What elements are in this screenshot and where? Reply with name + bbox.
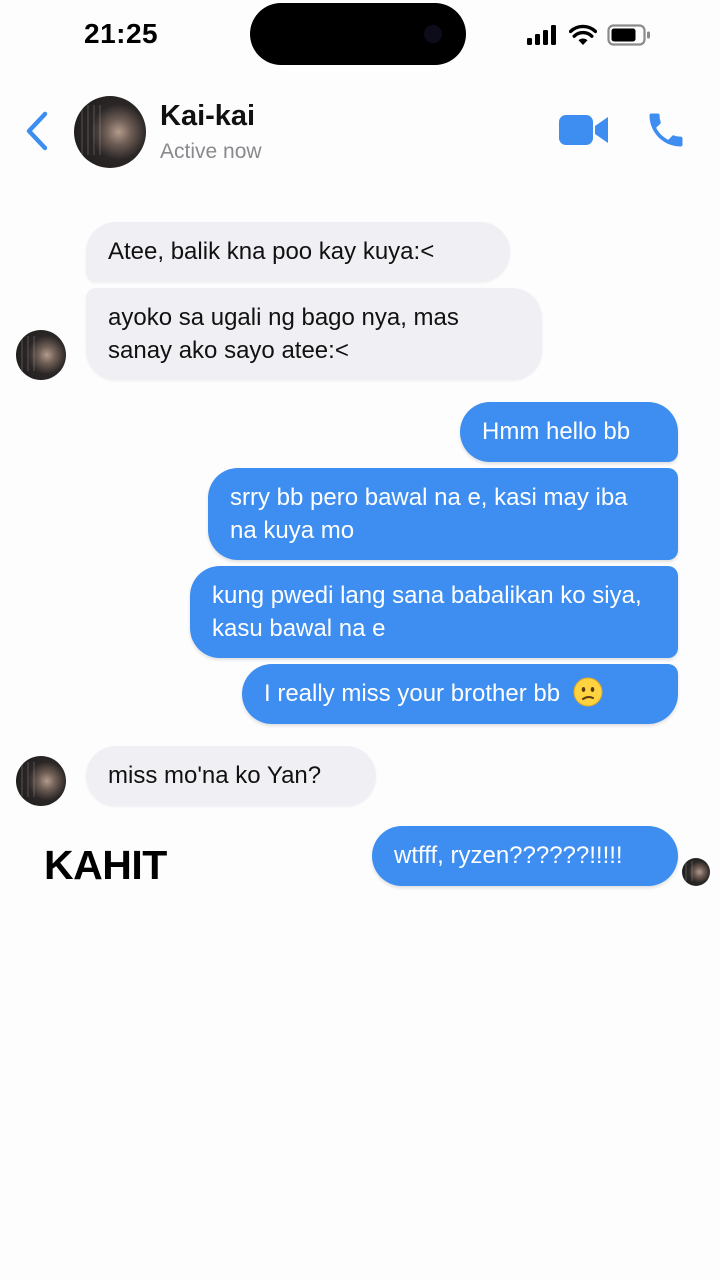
confused-face-emoji-icon (573, 677, 603, 707)
outgoing-message[interactable]: srry bb pero bawal na e, kasi may iba na… (208, 468, 678, 560)
message-text: I really miss your brother bb (264, 680, 561, 707)
status-icons (527, 22, 651, 48)
phone-icon (649, 113, 683, 147)
chevron-left-icon (26, 111, 48, 151)
cellular-signal-icon (527, 25, 559, 45)
wifi-icon (569, 24, 597, 46)
status-time: 21:25 (84, 18, 159, 49)
outgoing-message[interactable]: wtfff, ryzen??????!!!!! (372, 826, 678, 886)
seen-indicator-avatar (682, 858, 710, 886)
incoming-message[interactable]: ayoko sa ugali ng bago nya, mas sanay ak… (86, 288, 542, 380)
outgoing-message[interactable]: Hmm hello bb (460, 402, 678, 462)
outgoing-message[interactable]: kung pwedi lang sana babalikan ko siya, … (190, 566, 678, 658)
overlay-caption: KAHIT (44, 842, 167, 888)
chat-screen: 21:25 Kai-kai Active now Atee, balik kna… (0, 0, 720, 1280)
contact-avatar[interactable] (74, 96, 146, 168)
contact-avatar-small[interactable] (16, 756, 66, 806)
back-button[interactable] (20, 108, 54, 154)
video-camera-icon (559, 115, 608, 145)
contact-avatar-small[interactable] (16, 330, 66, 380)
contact-name[interactable]: Kai-kai (160, 100, 255, 133)
audio-call-button[interactable] (644, 108, 688, 152)
battery-icon (607, 24, 651, 46)
contact-status: Active now (160, 140, 262, 163)
incoming-message[interactable]: Atee, balik kna poo kay kuya:< (86, 222, 510, 282)
video-call-button[interactable] (558, 112, 610, 148)
incoming-message[interactable]: miss mo'na ko Yan? (86, 746, 376, 806)
dynamic-island (250, 3, 466, 65)
front-camera (424, 25, 442, 43)
outgoing-message[interactable]: I really miss your brother bb (242, 664, 678, 724)
